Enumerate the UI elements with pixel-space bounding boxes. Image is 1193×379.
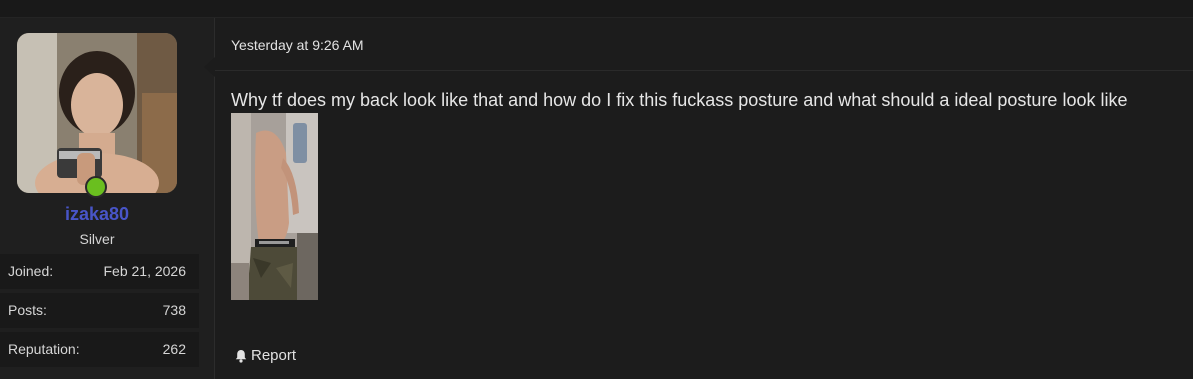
top-bar [0,0,1193,18]
stat-value: 262 [162,341,186,357]
post-pointer-arrow [204,57,215,77]
post-date-link[interactable]: Yesterday at 9:26 AM [231,37,364,53]
stat-row-reputation: Reputation: 262 [0,332,199,367]
online-status-icon [85,176,107,198]
forum-post: izaka80 Silver Joined: Feb 21, 2026 Post… [0,0,1193,379]
stat-label: Reputation: [8,341,80,357]
user-avatar[interactable] [17,33,177,193]
report-button[interactable]: Report [234,347,296,364]
stat-value: 738 [162,302,186,318]
stat-label: Posts: [8,302,47,318]
stat-row-joined: Joined: Feb 21, 2026 [0,254,199,289]
user-info-panel: izaka80 Silver Joined: Feb 21, 2026 Post… [0,18,215,379]
bell-icon [234,349,248,363]
post-body-text: Why tf does my back look like that and h… [231,90,1128,110]
report-label: Report [251,347,297,364]
stat-label: Joined: [8,263,54,279]
user-rank: Silver [79,231,115,247]
stat-value: Feb 21, 2026 [103,263,186,279]
post-header-divider [215,70,1193,71]
stat-row-posts: Posts: 738 [0,293,199,328]
username-link[interactable]: izaka80 [0,204,194,225]
post-image-attachment[interactable] [231,113,318,300]
